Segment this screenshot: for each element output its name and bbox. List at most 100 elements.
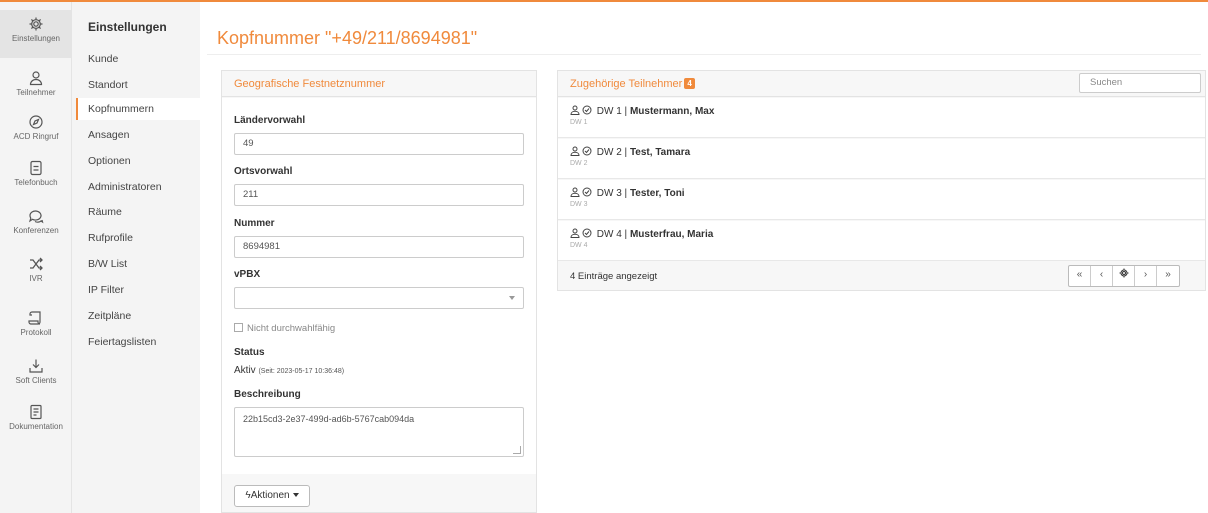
rail-item-telefonbuch[interactable]: Telefonbuch — [0, 154, 72, 202]
pagination: « ‹ › » — [1068, 265, 1180, 287]
no-dialin-label: Nicht durchwahlfähig — [247, 323, 336, 334]
page-settings-button[interactable] — [1113, 266, 1135, 286]
members-count-badge: 4 — [684, 78, 695, 89]
rail-item-protokoll[interactable]: Protokoll — [0, 304, 72, 352]
submenu-item-feiertagslisten[interactable]: Feiertagslisten — [76, 331, 200, 353]
compass-icon — [29, 115, 43, 129]
rail-item-dokumentation[interactable]: Dokumentation — [0, 398, 72, 446]
rail-label: ACD Ringruf — [13, 132, 59, 141]
number-details-panel: Geografische Festnetznummer Ländervorwah… — [221, 70, 537, 513]
page-prev-button[interactable]: ‹ — [1091, 266, 1113, 286]
entries-count-text: 4 Einträge angezeigt — [570, 271, 658, 282]
status-value: Aktiv (Seit: 2023-05-17 10:36:48) — [234, 365, 344, 376]
rail-label: Dokumentation — [9, 422, 63, 431]
submenu-item-administratoren[interactable]: Administratoren — [76, 176, 200, 198]
page-next-button[interactable]: › — [1135, 266, 1157, 286]
member-ext: DW 4 — [596, 229, 622, 240]
shuffle-icon — [30, 257, 43, 271]
status-since: (Seit: 2023-05-17 10:36:48) — [258, 368, 345, 375]
rail-label: Protokoll — [20, 328, 52, 337]
gear-icon — [29, 17, 43, 31]
user-icon — [570, 187, 580, 197]
download-icon — [29, 359, 43, 373]
rail-label: Einstellungen — [11, 34, 61, 43]
submenu-item-ip-filter[interactable]: IP Filter — [76, 279, 200, 301]
vpbx-select[interactable] — [234, 287, 524, 309]
rail-item-acd-ringruf[interactable]: ACD Ringruf — [0, 108, 72, 156]
number-input[interactable]: 8694981 — [234, 236, 524, 258]
actions-dropdown-button[interactable]: ϟAktionen — [234, 485, 310, 507]
submenu-item-raeume[interactable]: Räume — [76, 201, 200, 223]
main-nav-rail: Einstellungen Teilnehmer ACD Ringruf Tel… — [0, 2, 72, 513]
rail-label: IVR — [29, 274, 43, 283]
country-code-input[interactable]: 49 — [234, 133, 524, 155]
no-dialin-checkbox[interactable]: Nicht durchwahlfähig — [234, 323, 335, 334]
submenu-item-zeitplaene[interactable]: Zeitpläne — [76, 305, 200, 327]
rail-item-ivr[interactable]: IVR — [0, 250, 72, 298]
description-textarea[interactable]: 22b15cd3-2e37-499d-ad6b-5767cab094da — [234, 407, 524, 457]
member-ext: DW 3 — [596, 188, 622, 199]
member-name: Tester, Toni — [629, 188, 685, 199]
submenu-item-ansagen[interactable]: Ansagen — [76, 124, 200, 146]
submenu-item-rufprofile[interactable]: Rufprofile — [76, 227, 200, 249]
member-row[interactable]: DW 3 | Tester, Toni DW 3 — [558, 180, 1205, 220]
submenu-item-kopfnummern[interactable]: Kopfnummern — [76, 98, 200, 120]
member-row[interactable]: DW 4 | Musterfrau, Maria DW 4 — [558, 221, 1205, 261]
member-sub: DW 2 — [570, 160, 588, 167]
resize-handle[interactable] — [513, 446, 521, 454]
vpbx-label: vPBX — [234, 269, 261, 280]
document-icon — [30, 404, 42, 420]
user-icon — [570, 105, 580, 115]
area-code-input[interactable]: 211 — [234, 184, 524, 206]
page-first-button[interactable]: « — [1069, 266, 1091, 286]
rail-label: Telefonbuch — [14, 178, 58, 187]
submenu-item-bw-list[interactable]: B/W List — [76, 253, 200, 275]
member-row[interactable]: DW 1 | Mustermann, Max DW 1 — [558, 98, 1205, 138]
member-sub: DW 3 — [570, 201, 588, 208]
area-code-label: Ortsvorwahl — [234, 166, 293, 177]
check-circle-icon — [582, 105, 592, 115]
members-search-input[interactable]: Suchen — [1079, 73, 1201, 93]
member-name: Test, Tamara — [629, 147, 691, 158]
member-name: Musterfrau, Maria — [629, 229, 714, 240]
panel-heading: Geografische Festnetznummer — [222, 71, 536, 97]
form-body: Ländervorwahl 49 Ortsvorwahl 211 Nummer … — [222, 98, 536, 474]
member-ext: DW 2 — [596, 147, 622, 158]
members-panel: Zugehörige Teilnehmer 4 Suchen DW 1 | Mus… — [557, 70, 1206, 291]
check-circle-icon — [582, 146, 592, 156]
scroll-icon — [28, 311, 41, 325]
rail-label: Konferenzen — [13, 226, 59, 235]
rail-item-einstellungen[interactable]: Einstellungen — [0, 10, 72, 58]
phonebook-icon — [30, 160, 42, 176]
members-heading-text: Zugehörige Teilnehmer — [570, 78, 683, 90]
status-label: Status — [234, 347, 265, 358]
submenu-item-kunde[interactable]: Kunde — [76, 48, 200, 70]
page-title: Kopfnummer "+49/211/8694981" — [217, 28, 478, 48]
country-code-label: Ländervorwahl — [234, 115, 306, 126]
actions-label: Aktionen — [250, 490, 290, 501]
submenu-item-optionen[interactable]: Optionen — [76, 150, 200, 172]
rail-item-teilnehmer[interactable]: Teilnehmer — [0, 64, 72, 112]
page-last-button[interactable]: » — [1157, 266, 1179, 286]
members-heading: Zugehörige Teilnehmer 4 Suchen — [558, 71, 1205, 97]
number-label: Nummer — [234, 218, 275, 229]
member-row[interactable]: DW 2 | Test, Tamara DW 2 — [558, 139, 1205, 179]
rail-item-konferenzen[interactable]: Konferenzen — [0, 202, 72, 250]
user-icon — [570, 146, 580, 156]
check-circle-icon — [582, 228, 592, 238]
member-name: Mustermann, Max — [629, 106, 715, 117]
submenu-item-standort[interactable]: Standort — [76, 74, 200, 96]
rail-item-soft-clients[interactable]: Soft Clients — [0, 352, 72, 400]
rail-label: Soft Clients — [15, 376, 57, 385]
gear-icon — [1119, 268, 1128, 278]
description-label: Beschreibung — [234, 389, 301, 400]
rail-label: Teilnehmer — [16, 88, 56, 97]
user-icon — [29, 71, 43, 86]
settings-submenu: Einstellungen Kunde Standort Kopfnummern… — [72, 2, 200, 513]
checkbox-box — [234, 323, 243, 332]
chat-icon — [28, 210, 44, 224]
description-text: 22b15cd3-2e37-499d-ad6b-5767cab094da — [243, 414, 415, 424]
member-sub: DW 1 — [570, 119, 588, 126]
member-ext: DW 1 — [596, 106, 622, 117]
check-circle-icon — [582, 187, 592, 197]
